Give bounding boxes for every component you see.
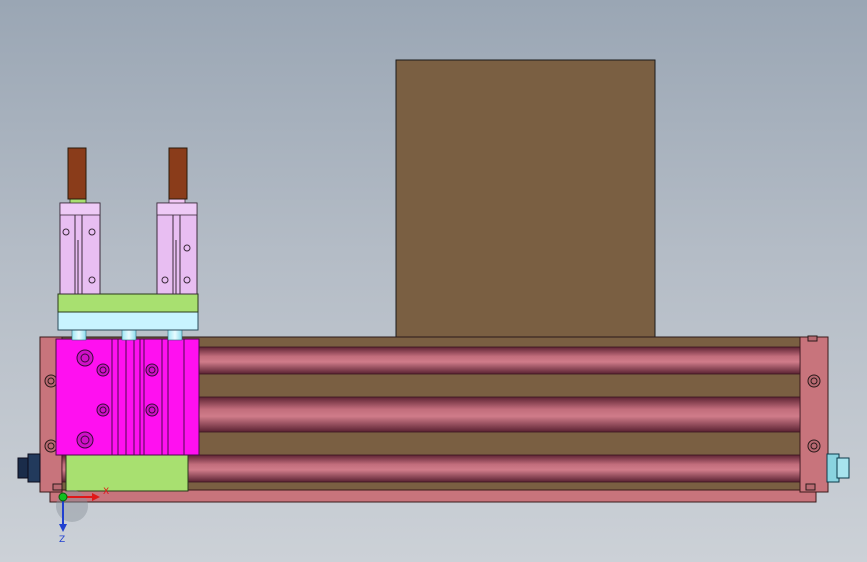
- gripper-jaw-right[interactable]: [156, 147, 198, 295]
- finger-left: [67, 147, 87, 200]
- origin-icon: [58, 492, 68, 502]
- cad-viewport[interactable]: X Z: [0, 0, 867, 562]
- gripper-mount-plate[interactable]: [57, 293, 199, 313]
- z-axis-arrow-icon: [59, 524, 67, 532]
- z-axis-label: Z: [59, 535, 65, 545]
- slide-base-block[interactable]: [65, 454, 189, 492]
- pneumatic-slide-cylinder[interactable]: [55, 338, 200, 456]
- gripper-jaw-left[interactable]: [59, 147, 101, 295]
- x-axis-label: X: [103, 487, 109, 497]
- large-box[interactable]: [395, 59, 656, 341]
- finger-right: [168, 147, 188, 200]
- slide-top-plate[interactable]: [57, 311, 199, 331]
